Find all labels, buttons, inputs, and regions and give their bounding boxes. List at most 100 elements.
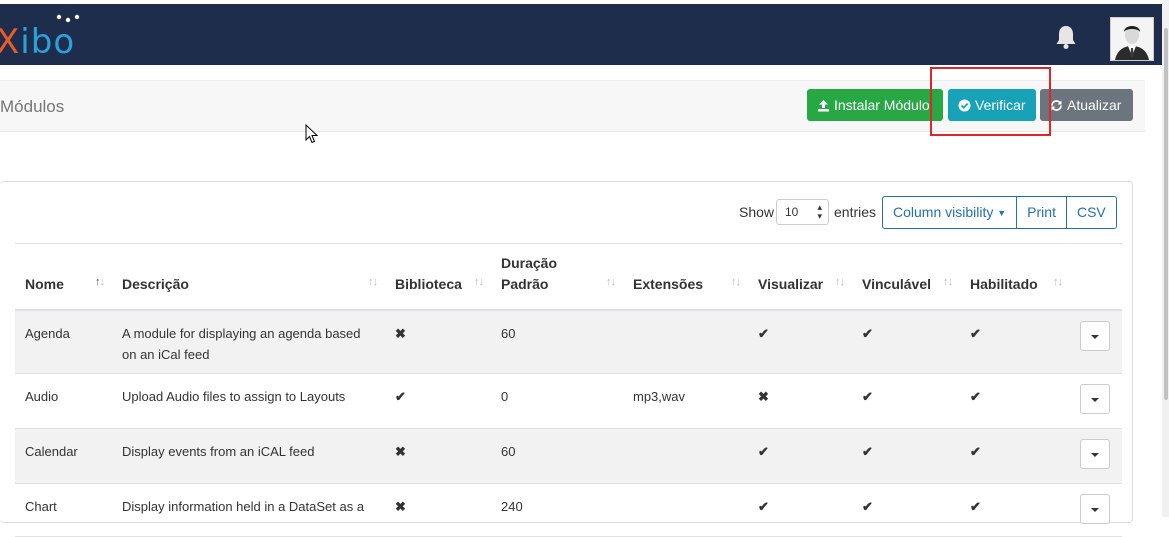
csv-button[interactable]: CSV [1067,197,1116,228]
caret-down-icon [1091,334,1099,339]
column-visibility-button[interactable]: Column visibility ▼ [883,197,1018,228]
sort-icon: ↑↓ [95,276,105,288]
cell-nome: Calendar [15,428,112,484]
page-title: Módulos [0,97,65,116]
column-header-extensoes[interactable]: Extensões ↑↓ [623,243,748,311]
cell-duracao: 0 [491,373,623,429]
select-arrows-icon: ▴ ▾ [817,202,822,221]
cell-biblioteca: ✖ [385,428,491,484]
page-length-select[interactable]: 10 ▴ ▾ [776,199,829,225]
sort-icon: ↑↓ [368,276,378,288]
cell-vinculavel: ✔ [852,310,960,374]
cell-biblioteca: ✖ [385,310,491,374]
cell-duracao: 60 [491,428,623,484]
cell-descricao: Upload Audio files to assign to Layouts [112,373,385,429]
upload-icon [818,100,829,112]
cell-actions [1070,428,1122,484]
cell-visualizar: ✔ [748,310,852,374]
annotation-highlight-box [930,67,1051,136]
page-length-value: 10 [785,205,799,219]
show-label: Show [739,204,775,220]
cell-habilitado: ✔ [960,483,1070,537]
cell-descricao: A module for displaying an agenda based … [112,310,385,374]
column-header-nome[interactable]: Nome ↑↓ [15,243,112,311]
header-label: Nome [25,276,64,292]
cell-vinculavel: ✔ [852,373,960,429]
cell-habilitado: ✔ [960,428,1070,484]
sort-icon: ↑↓ [1053,276,1063,288]
cell-vinculavel: ✔ [852,483,960,537]
logo-wordmark: Xibo [0,22,75,62]
user-avatar-icon [1111,18,1153,60]
table-header-row: Nome ↑↓ Descrição ↑↓ Biblioteca ↑↓ Duração P… [15,243,1122,311]
logo-x-letter: X [0,22,21,62]
caret-down-icon [1091,452,1099,457]
row-actions-dropdown[interactable] [1080,321,1110,351]
logo-ibo-letters: ibo [20,22,76,62]
header-label: Descrição [122,276,189,292]
print-button[interactable]: Print [1017,197,1067,228]
cell-habilitado: ✔ [960,373,1070,429]
column-header-visualizar[interactable]: Visualizar ↑↓ [748,243,852,311]
refresh-icon [1051,100,1062,111]
cell-descricao: Display information held in a DataSet as… [112,483,385,537]
cell-extensoes: mp3,wav [623,373,748,429]
xibo-logo[interactable]: Xibo [0,14,90,62]
entries-label: entries [834,204,877,220]
header-label: Extensões [633,276,704,292]
cell-vinculavel: ✔ [852,428,960,484]
refresh-button[interactable]: Atualizar [1040,89,1133,121]
cell-visualizar: ✔ [748,483,852,537]
cell-extensoes [623,310,748,374]
cell-duracao: 60 [491,310,623,374]
scrollbar-thumb[interactable] [1164,28,1168,400]
row-actions-dropdown[interactable] [1080,439,1110,469]
table-row: Calendar Display events from an iCAL fee… [15,428,1122,484]
sort-icon: ↑↓ [474,276,484,288]
install-module-button[interactable]: Instalar Módulo [807,89,943,121]
column-visibility-label: Column visibility [893,204,994,220]
caret-down-icon: ▼ [997,208,1007,218]
cell-actions [1070,373,1122,429]
cell-nome: Agenda [15,310,112,374]
cell-extensoes [623,428,748,484]
cell-actions [1070,310,1122,374]
header-label: Padrão [501,276,549,292]
install-module-label: Instalar Módulo [834,97,930,113]
cell-biblioteca: ✔ [385,373,491,429]
column-header-descricao[interactable]: Descrição ↑↓ [112,243,385,311]
table-row: Audio Upload Audio files to assign to La… [15,373,1122,429]
cell-duracao: 240 [491,483,623,537]
sort-icon: ↑↓ [606,276,616,288]
cell-actions [1070,483,1122,537]
column-header-habilitado[interactable]: Habilitado ↑↓ [960,243,1070,311]
table-row: Chart Display information held in a Data… [15,483,1122,537]
cell-extensoes [623,483,748,537]
sort-icon: ↑↓ [835,276,845,288]
cell-habilitado: ✔ [960,310,1070,374]
column-header-duracao[interactable]: Duração Padrão ↑↓ [491,243,623,311]
row-actions-dropdown[interactable] [1080,384,1110,414]
cell-biblioteca: ✖ [385,483,491,537]
cell-nome: Audio [15,373,112,429]
header-label: Habilitado [970,276,1038,292]
user-avatar[interactable] [1110,17,1154,61]
mouse-cursor-icon [305,124,319,144]
header-label: Vinculável [862,276,932,292]
modules-table: Nome ↑↓ Descrição ↑↓ Biblioteca ↑↓ Duração P… [15,243,1122,537]
caret-down-icon [1091,507,1099,512]
caret-down-icon [1091,397,1099,402]
cell-descricao: Display events from an iCAL feed [112,428,385,484]
column-header-biblioteca[interactable]: Biblioteca ↑↓ [385,243,491,311]
table-row: Agenda A module for displaying an agenda… [15,310,1122,374]
sort-icon: ↑↓ [943,276,953,288]
top-navbar: Xibo [0,4,1162,65]
row-actions-dropdown[interactable] [1080,494,1110,524]
header-label: Biblioteca [395,276,462,292]
logo-dots-icon [56,14,80,23]
refresh-label: Atualizar [1067,97,1122,113]
table-export-buttons: Column visibility ▼ Print CSV [882,196,1117,229]
column-header-vinculavel[interactable]: Vinculável ↑↓ [852,243,960,311]
bell-icon[interactable] [1054,24,1078,50]
sort-icon: ↑↓ [731,276,741,288]
